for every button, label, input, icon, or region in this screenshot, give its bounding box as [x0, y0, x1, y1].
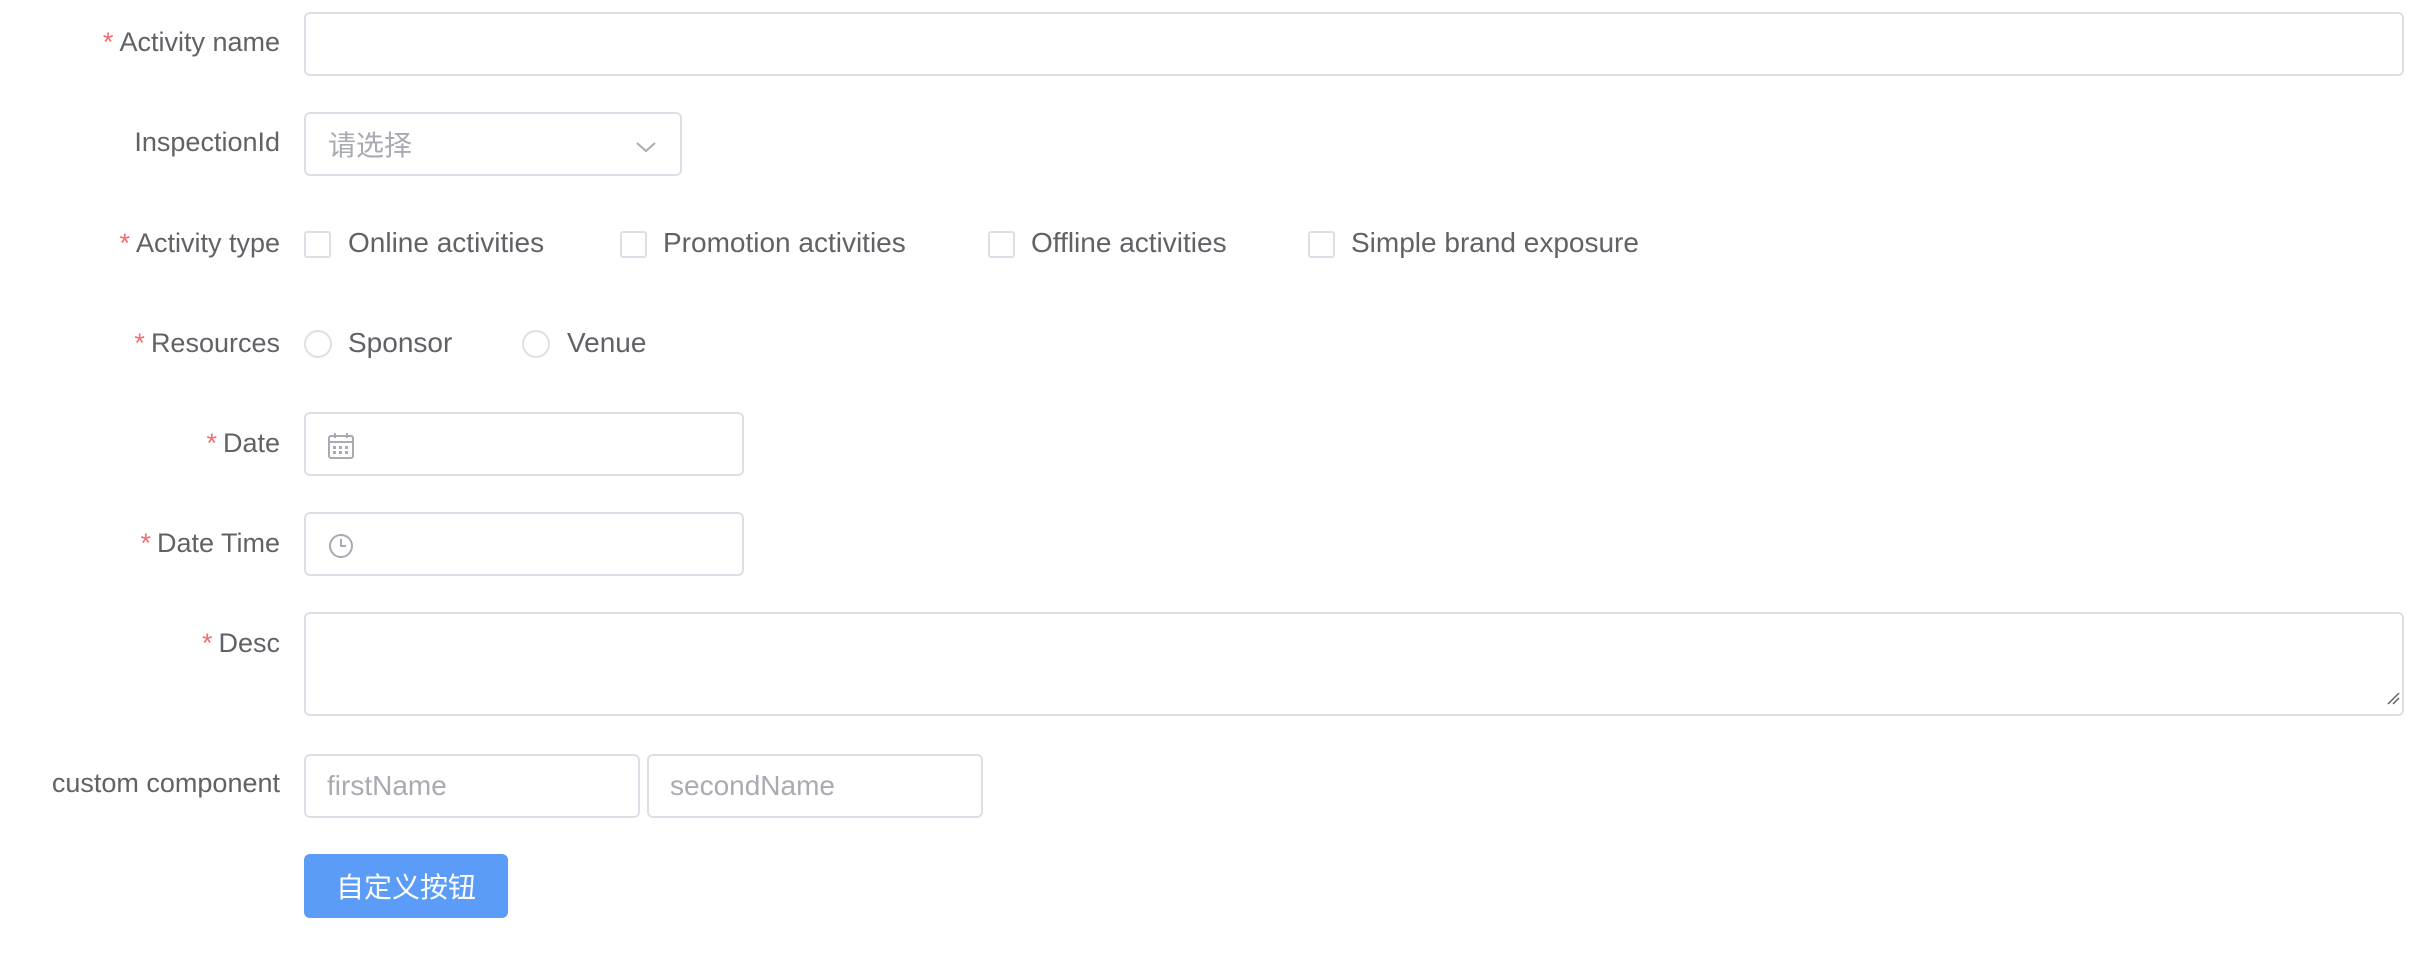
resources-label: * Resources [134, 328, 280, 358]
desc-label: * Desc [201, 628, 280, 658]
checkbox-offline-activities[interactable] [988, 231, 1015, 258]
inspection-id-placeholder: 请选择 [328, 130, 413, 161]
clock-icon [327, 532, 355, 567]
date-picker-input[interactable] [304, 412, 744, 476]
required-star: * [201, 628, 213, 658]
checkbox-label-simple-brand-exposure[interactable]: Simple brand exposure [1351, 227, 1639, 259]
checkbox-online-activities[interactable] [304, 231, 331, 258]
chevron-down-icon [634, 134, 658, 166]
second-name-placeholder: secondName [670, 770, 835, 801]
checkbox-label-offline-activities[interactable]: Offline activities [1031, 227, 1227, 259]
activity-name-label: * Activity name [102, 27, 280, 57]
second-name-input[interactable]: secondName [647, 754, 983, 818]
date-label: * Date [206, 428, 280, 458]
checkbox-label-online-activities[interactable]: Online activities [348, 227, 544, 259]
radio-sponsor[interactable] [304, 330, 332, 358]
activity-type-label: * Activity type [119, 228, 280, 258]
checkbox-promotion-activities[interactable] [620, 231, 647, 258]
custom-component-label: custom component [51, 768, 280, 798]
checkbox-simple-brand-exposure[interactable] [1308, 231, 1335, 258]
radio-label-sponsor[interactable]: Sponsor [348, 327, 452, 359]
first-name-input[interactable]: firstName [304, 754, 640, 818]
checkbox-label-promotion-activities[interactable]: Promotion activities [663, 227, 906, 259]
date-time-label: * Date Time [140, 528, 280, 558]
required-star: * [134, 328, 145, 358]
required-star: * [140, 528, 151, 558]
required-star: * [102, 27, 114, 57]
inspection-id-label: InspectionId [134, 127, 280, 157]
activity-name-input[interactable] [304, 12, 2404, 76]
desc-textarea[interactable] [304, 612, 2404, 716]
first-name-placeholder: firstName [327, 770, 447, 801]
radio-label-venue[interactable]: Venue [567, 327, 646, 359]
inspection-id-select[interactable]: 请选择 [304, 112, 682, 176]
required-star: * [119, 228, 130, 258]
radio-venue[interactable] [522, 330, 550, 358]
calendar-icon [327, 432, 355, 467]
custom-button[interactable]: 自定义按钮 [304, 854, 508, 918]
time-picker-input[interactable] [304, 512, 744, 576]
required-star: * [206, 428, 217, 458]
resize-handle-icon[interactable] [2386, 680, 2400, 712]
